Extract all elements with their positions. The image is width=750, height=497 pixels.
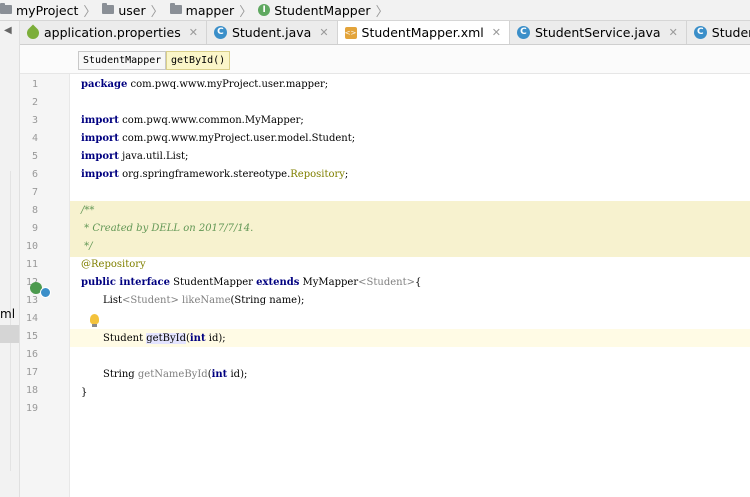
line-number: 7 [31, 187, 38, 198]
tree-guide-line [10, 171, 11, 471]
line-number: 13 [25, 295, 38, 306]
tab-studentmapper-xml[interactable]: <> StudentMapper.xml ✕ [337, 21, 510, 44]
project-tree-item-fragment[interactable]: ml [0, 307, 15, 321]
tab-studentservice-java[interactable]: C StudentService.java ✕ [510, 21, 687, 44]
crumb-studentmapper[interactable]: StudentMapper [78, 51, 167, 70]
code-line-4: import com.pwq.www.myProject.user.model.… [81, 133, 356, 144]
code-line-11: @Repository [81, 259, 146, 270]
line-number: 11 [25, 259, 38, 270]
code-line-1: package com.pwq.www.myProject.user.mappe… [81, 79, 329, 90]
folder-icon [102, 2, 115, 14]
close-icon[interactable]: ✕ [319, 26, 328, 39]
line-number: 4 [31, 133, 38, 144]
chevron-right-icon: 〉 [83, 4, 97, 20]
structure-breadcrumb: StudentMapper getById() [20, 45, 750, 74]
folder-icon [169, 2, 182, 14]
close-icon[interactable]: ✕ [669, 26, 678, 39]
chevron-right-icon: 〉 [150, 4, 164, 20]
line-number: 2 [31, 97, 38, 108]
code-line-8: /** [81, 205, 95, 216]
tab-student-java[interactable]: C Student.java ✕ [207, 21, 338, 44]
class-icon: C [516, 26, 530, 39]
tab-application-properties[interactable]: application.properties ✕ [20, 21, 207, 44]
collapse-arrow-icon[interactable]: ◀ [4, 25, 12, 36]
lightbulb-icon[interactable] [90, 314, 99, 327]
xml-file-icon: <> [344, 26, 357, 39]
close-icon[interactable]: ✕ [189, 26, 198, 39]
code-line-13: List<Student> likeName(String name); [103, 295, 305, 306]
line-number: 6 [31, 169, 38, 180]
breadcrumb-user[interactable]: user 〉 [96, 1, 164, 20]
chevron-right-icon: 〉 [239, 4, 253, 20]
code-line-17: String getNameById(int id); [103, 369, 248, 380]
selected-tree-row[interactable] [0, 325, 19, 343]
line-number: 5 [31, 151, 38, 162]
project-tool-strip: ◀ ml [0, 21, 20, 497]
code-line-9: * Created by DELL on 2017/7/14. [81, 223, 254, 234]
line-number: 17 [25, 367, 38, 378]
properties-file-icon [24, 24, 42, 41]
line-number: 18 [25, 385, 38, 396]
code-line-12: public interface StudentMapper extends M… [81, 277, 422, 288]
class-icon: C [693, 26, 707, 39]
line-number: 19 [25, 403, 38, 414]
editor-tab-bar: application.properties ✕ C Student.java … [20, 21, 750, 45]
line-number: 3 [31, 115, 38, 126]
class-overlay-icon [40, 287, 51, 298]
line-number: 10 [25, 241, 38, 252]
close-icon[interactable]: ✕ [492, 26, 501, 39]
code-line-3: import com.pwq.www.common.MyMapper; [81, 115, 304, 126]
chevron-right-icon: 〉 [375, 4, 389, 20]
line-number: 9 [31, 223, 38, 234]
line-number: 16 [25, 349, 38, 360]
code-editor[interactable]: package com.pwq.www.myProject.user.mappe… [70, 74, 750, 497]
line-number: 14 [25, 313, 38, 324]
line-number: 8 [31, 205, 38, 216]
code-line-6: import org.springframework.stereotype.Re… [81, 169, 349, 180]
line-number-gutter[interactable]: 1 2 3 4 5 6 7 8 9 10 11 12 13 14 15 16 1… [20, 74, 77, 497]
code-line-18: } [81, 387, 88, 398]
line-number: 15 [25, 331, 38, 342]
interface-icon: I [258, 4, 271, 16]
code-line-15: Student getById(int id); [103, 333, 226, 344]
code-line-10: */ [81, 241, 93, 252]
navigation-breadcrumb: myProject 〉 user 〉 mapper 〉 I StudentMapper 〉 [0, 0, 750, 21]
line-number: 1 [31, 79, 38, 90]
tab-studentcontroller-java[interactable]: C StudentController.ja [687, 21, 750, 44]
class-icon: C [213, 26, 227, 39]
code-line-5: import java.util.List; [81, 151, 189, 162]
breadcrumb-studentmapper[interactable]: I StudentMapper 〉 [252, 1, 389, 20]
breadcrumb-myproject[interactable]: myProject 〉 [0, 1, 96, 20]
folder-icon [0, 2, 12, 14]
breadcrumb-mapper[interactable]: mapper 〉 [164, 1, 253, 20]
crumb-getbyid[interactable]: getById() [166, 51, 231, 70]
